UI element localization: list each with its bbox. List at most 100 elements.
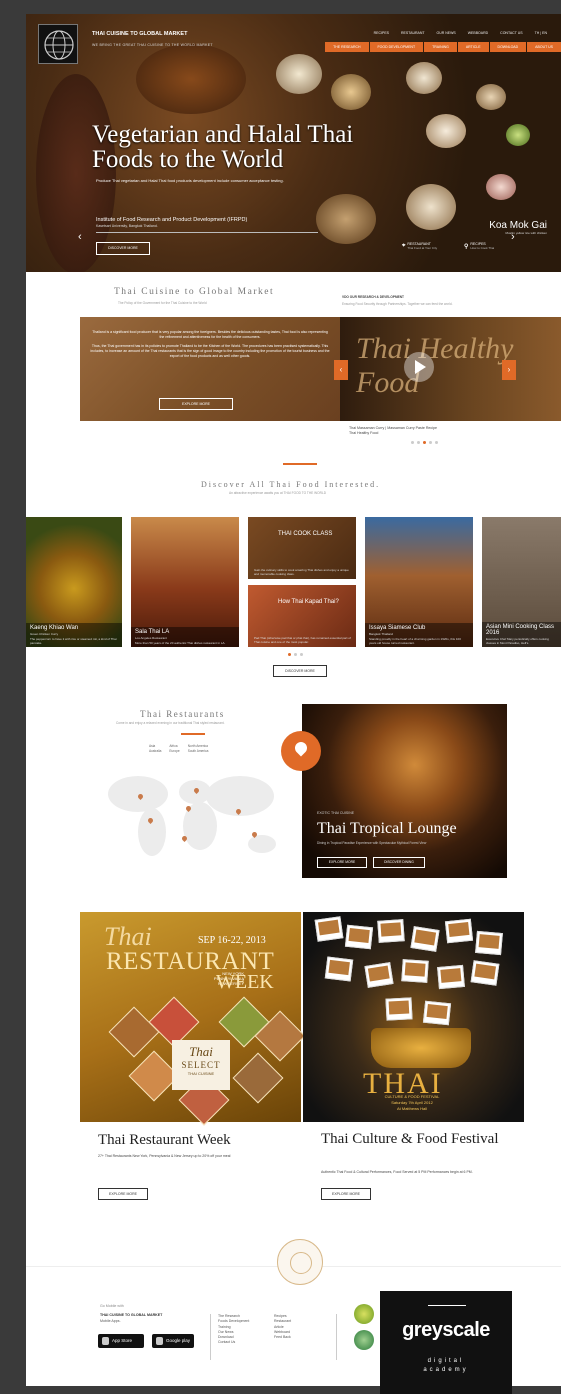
hero-recipes-link[interactable]: ⚲ RECIPES How to Cook Thai [464,242,494,250]
pager-dot-active[interactable] [288,653,291,656]
card-title: Asian Mini Cooking Class 2016 [486,624,555,636]
top-link-recipes[interactable]: RECIPES [374,31,389,35]
pager-dot[interactable] [417,441,420,444]
discover-card[interactable]: Issaya Siamese Club Bangkok Thailand Stand… [365,517,473,647]
restaurant-explore-button[interactable]: EXPLORE MORE [317,857,367,868]
globe-logo-icon [44,30,74,60]
footer-seal-logo [277,1239,323,1285]
top-link-webboard[interactable]: WEBBOARD [468,31,488,35]
card-title: How Thai Kapad Thai? [278,599,339,605]
location-badge-icon [281,731,321,771]
hero-prev-arrow-icon[interactable]: ‹ [78,231,82,243]
video-prev-icon[interactable]: ‹ [334,360,348,380]
pager-dot[interactable] [429,441,432,444]
hero-discover-button[interactable]: DISCOVER MORE [96,242,150,255]
discover-card[interactable]: Sala Thai LA Los Angeles Restaurant More t… [131,517,239,647]
section-divider [283,463,317,465]
region-north-america[interactable]: North America [188,744,209,749]
footer-link[interactable]: Contact Us [218,1340,249,1345]
section-divider [181,733,205,735]
poster-photo [364,962,394,988]
footer-links-1: The Research Foods Development Training … [218,1314,249,1346]
region-australia[interactable]: Australia [149,749,161,754]
discover-more-button[interactable]: DISCOVER MORE [273,665,327,677]
main-nav: THE RESEARCH FOOD DEVELOPMENT TRAINING A… [324,42,561,52]
discover-subtitle: An attractive experience awaits you at T… [229,491,327,495]
poster-photo [444,918,474,944]
nav-food-development[interactable]: FOOD DEVELOPMENT [369,42,424,52]
poster-photo [314,916,344,942]
footer-link[interactable]: Restaurant [274,1319,291,1324]
poster-photo [437,964,465,990]
video-next-icon[interactable]: › [502,360,516,380]
watermark-name: greyscale [402,1319,490,1341]
top-link-restaurant[interactable]: RESTAURANT [401,31,424,35]
top-links: RECIPES RESTAURANT OUR NEWS WEBBOARD CON… [374,31,547,35]
promo1-desc: 27+ Thai Restaurants New York, Pennsylva… [98,1154,231,1158]
about-subtitle: The Policy of the Government for the Tha… [118,301,207,305]
institute-name: Institute of Food Research and Product D… [96,217,248,223]
language-switch[interactable]: TH | EN [535,31,547,35]
brand-name: THAI CUISINE TO GLOBAL MARKET [92,31,188,37]
about-para-2: Thus, the Thai government has in its pol… [90,344,330,358]
footer-separator [210,1314,211,1360]
footer-separator [336,1314,337,1360]
pager-dot[interactable] [411,441,414,444]
card-desc: The peppercorn to have it with rice or s… [30,637,117,645]
hero-dish: Koa Mok Gai Muslim yellow rice with chic… [489,220,547,235]
card-sub: Los Angeles Restaurant [135,636,167,640]
card-desc: Executive Chef Mary periodically offers … [486,637,549,645]
video-caption-2: Thai Healthy Food [349,431,379,435]
footer-links-2: Recipes Restaurant Article Webboard Feed… [274,1314,291,1340]
poster-photo [324,956,354,982]
select-label: SELECT [181,1060,221,1070]
select-thai: Thai [189,1044,213,1059]
google-play-button[interactable]: Google play [152,1334,194,1348]
discover-card[interactable]: Asian Mini Cooking Class 2016 Executive C… [482,517,561,647]
site-logo[interactable] [38,24,78,64]
footer-link[interactable]: Foods Development [218,1319,249,1324]
nav-about[interactable]: ABOUT US [527,42,561,52]
nav-research[interactable]: THE RESEARCH [325,42,369,52]
region-south-america[interactable]: South America [188,749,209,754]
video-heading: VDO OUR RESEARCH & DEVELOPMENT [342,295,404,299]
world-map [108,776,276,856]
hero-institute: Institute of Food Research and Product D… [96,217,326,228]
card-title: THAI COOK CLASS [278,531,333,537]
promo2-explore-button[interactable]: EXPLORE MORE [321,1188,371,1200]
pager-dot-active[interactable] [423,441,426,444]
pager-dot[interactable] [300,653,303,656]
discover-card-small[interactable]: How Thai Kapad Thai? Pad Thai (otherwise… [248,585,356,647]
region-europe[interactable]: Europe [169,749,179,754]
footer-link[interactable]: Feed Back [274,1335,291,1340]
watermark-sub-2: academy [423,1367,469,1373]
nav-training[interactable]: TRAINING [424,42,457,52]
play-icon[interactable] [404,352,434,382]
golden-bowl [371,1028,471,1068]
hero-restaurant-link[interactable]: ⌖ RESTAURANT Thai Food at Your City [402,242,437,250]
promo1-explore-button[interactable]: EXPLORE MORE [98,1188,148,1200]
app-store-button[interactable]: App Store [98,1334,144,1348]
promo2-desc: Authentic Thai Food & Cultural Performan… [321,1170,473,1174]
discover-title: Discover All Thai Food Interested. [201,480,381,489]
app-sub: Mobile Apps. [100,1319,121,1323]
promo1-title[interactable]: Thai Restaurant Week [98,1132,231,1149]
dish-name: Koa Mok Gai [489,220,547,231]
discover-card-small[interactable]: THAI COOK CLASS Gain the culinary skills… [248,517,356,579]
discover-card[interactable]: Kaeng Khiao Wan Green Chicken Curry The pe… [26,517,122,647]
restaurant-dining-button[interactable]: DISCOVER DINING [373,857,425,868]
pager-dot[interactable] [435,441,438,444]
thai-select-badge: Thai SELECT THAI CUISINE [172,1040,230,1090]
nav-article[interactable]: ARTICLE [457,42,489,52]
nav-download[interactable]: DOWNLOAD [489,42,527,52]
video-pager [411,441,438,444]
pager-dot[interactable] [294,653,297,656]
region-filters: Asia Australia Africa Europe North America… [149,744,208,753]
top-link-contact[interactable]: CONTACT US [500,31,522,35]
about-explore-button[interactable]: EXPLORE MORE [159,398,233,410]
card-desc: More than 50 years of the 20 authentic T… [135,641,226,645]
hero-divider [96,232,318,233]
institute-location: Kasetsart University, Bangkok Thailand. [96,224,158,228]
top-link-news[interactable]: OUR NEWS [437,31,456,35]
promo2-title[interactable]: Thai Culture & Food Festival [321,1132,501,1147]
